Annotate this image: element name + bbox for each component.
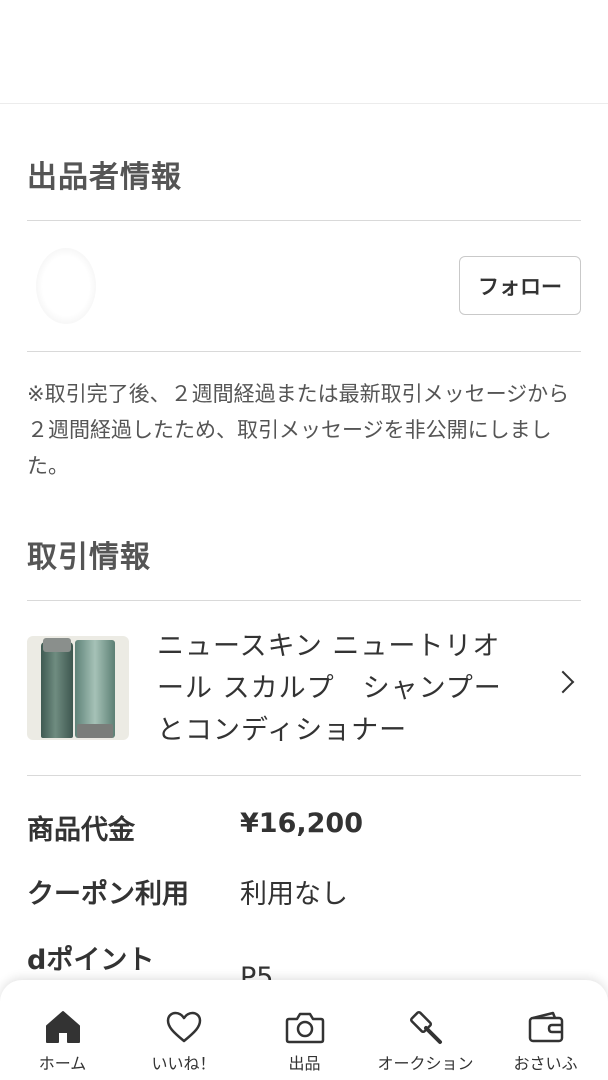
seller-section-title: 出品者情報: [27, 160, 182, 195]
tab-likes-label: いいね！: [151, 1054, 216, 1073]
main-content: 出品者情報 フォロー ※取引完了後、２週間経過または最新取引メッセージから２週間…: [0, 104, 608, 1080]
heart-icon: [166, 1011, 201, 1043]
tab-wallet[interactable]: おさいふ: [485, 980, 606, 1080]
home-icon: [45, 1011, 80, 1043]
tab-home-label: ホーム: [38, 1054, 87, 1073]
product-row[interactable]: ニュースキン ニュートリオール スカルプ シャンプーとコンディショナー: [27, 600, 581, 776]
shampoo-bottle-image: [41, 642, 73, 738]
tab-sell[interactable]: 出品: [244, 980, 365, 1080]
tab-auction-label: オークション: [377, 1054, 474, 1073]
follow-button[interactable]: フォロー: [459, 256, 581, 315]
product-thumbnail: [27, 636, 129, 740]
price-value: ¥16,200: [240, 808, 363, 839]
bottle-cap: [43, 638, 71, 652]
tube-cap: [77, 724, 113, 738]
divider: [27, 775, 581, 776]
tab-auction[interactable]: オークション: [365, 980, 486, 1080]
seller-avatar[interactable]: [36, 248, 96, 324]
chevron-right-icon: [551, 670, 575, 694]
product-name: ニュースキン ニュートリオール スカルプ シャンプーとコンディショナー: [157, 631, 502, 746]
divider: [27, 351, 581, 352]
tab-likes[interactable]: いいね！: [123, 980, 244, 1080]
camera-icon: [285, 1012, 324, 1044]
message-notice: ※取引完了後、２週間経過または最新取引メッセージから２週間経過したため、取引メッ…: [27, 382, 570, 478]
coupon-value: 利用なし: [240, 879, 348, 910]
divider: [27, 220, 581, 221]
wallet-icon: [528, 1011, 563, 1043]
tab-home[interactable]: ホーム: [2, 980, 123, 1080]
tab-wallet-label: おさいふ: [513, 1054, 578, 1073]
tab-sell-label: 出品: [288, 1054, 321, 1073]
dpoint-label: dポイント: [27, 945, 155, 976]
bottom-tab-bar: ホーム いいね！ 出品 オークション おさいふ: [0, 980, 608, 1080]
header-bar: [0, 0, 608, 104]
gavel-icon: [409, 1010, 442, 1044]
price-label: 商品代金: [27, 815, 135, 846]
coupon-label: クーポン利用: [27, 879, 189, 910]
transaction-section-title: 取引情報: [27, 540, 151, 575]
